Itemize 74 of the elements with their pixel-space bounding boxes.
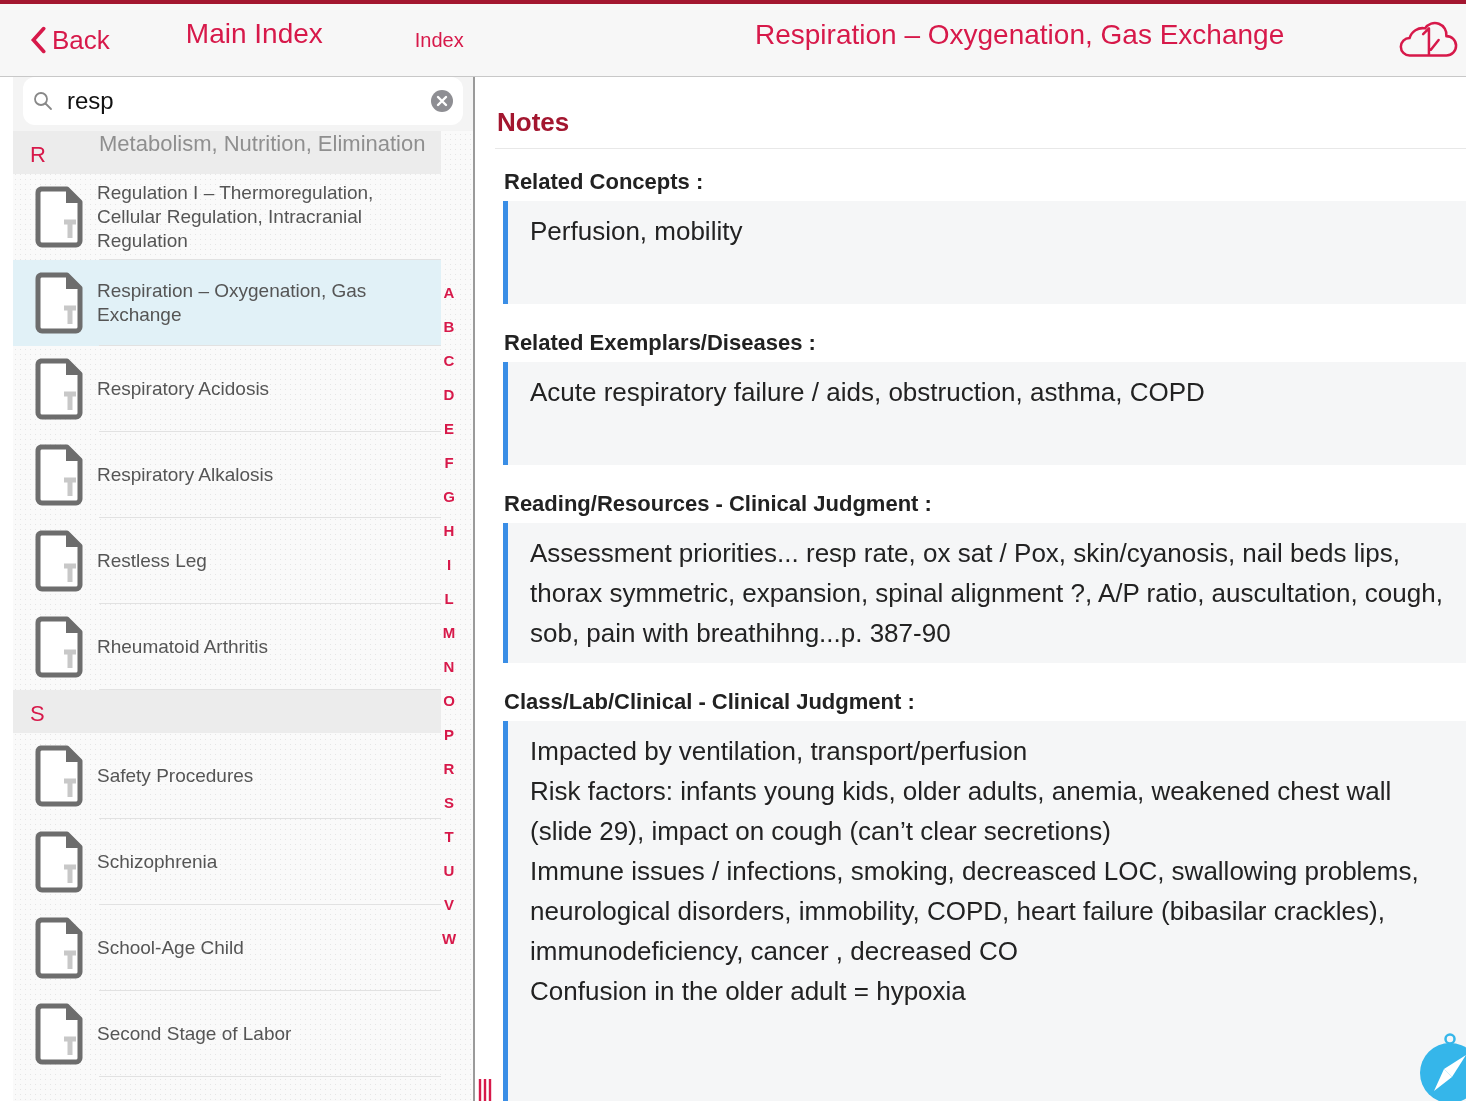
jump-letter[interactable]: O — [441, 691, 457, 711]
jump-letter[interactable]: M — [441, 623, 457, 643]
list-item-title: Second Stage of Labor — [97, 1022, 293, 1046]
notes-heading: Notes — [495, 77, 1466, 149]
document-icon — [35, 917, 83, 979]
jump-letter[interactable]: H — [441, 521, 457, 541]
list-item[interactable]: Respiratory Alkalosis — [13, 432, 441, 518]
document-icon — [35, 272, 83, 334]
section-label: Class/Lab/Clinical - Clinical Judgment : — [503, 689, 916, 715]
note-text: Assessment priorities... resp rate, ox sat / Pox, skin/cyanosis, nail beds lips, thorax symmetric, expansion, spinal alignment ?, A/P ratio, auscultation, cough, sob, pain with breathihng...p. 387-90 — [530, 537, 1444, 650]
jump-letter[interactable]: V — [441, 895, 457, 915]
jump-letter[interactable]: T — [441, 827, 457, 847]
jump-letter[interactable]: W — [441, 929, 457, 949]
jump-letter[interactable]: E — [441, 419, 457, 439]
jump-letter[interactable]: R — [441, 759, 457, 779]
search-icon — [33, 91, 53, 111]
list-item[interactable]: Schizophrenia — [13, 819, 441, 905]
jump-letter[interactable]: P — [441, 725, 457, 745]
jump-letter[interactable]: B — [441, 317, 457, 337]
list-item[interactable]: School-Age Child — [13, 905, 441, 991]
list-item-title: Respiration – Oxygenation, Gas Exchange — [97, 279, 368, 327]
note-text: Confusion in the older adult = hypoxia — [530, 975, 967, 1008]
grip-icon[interactable] — [478, 1079, 492, 1101]
list-item-title: School-Age Child — [97, 936, 245, 960]
jump-letter[interactable]: D — [441, 385, 457, 405]
clear-icon[interactable] — [431, 90, 453, 112]
jump-letter[interactable]: L — [441, 589, 457, 609]
list-item[interactable]: Second Stage of Labor — [13, 991, 441, 1077]
list-item[interactable]: Regulation I – Thermoregulation, Cellular Regulation, Intracranial Regulation — [13, 174, 441, 260]
jump-letter[interactable]: I — [441, 555, 457, 575]
document-icon — [35, 358, 83, 420]
jump-letter[interactable]: A — [441, 283, 457, 303]
page-title: Respiration – Oxygenation, Gas Exchange — [755, 19, 1285, 51]
section-label: Reading/Resources - Clinical Judgment : — [503, 491, 933, 517]
list-item-title: Metabolism, Nutrition, Elimination — [99, 131, 426, 157]
list-item-title: Safety Procedures — [97, 764, 255, 788]
note-text: Acute respiratory failure / aids, obstruction, asthma, COPD — [530, 376, 1206, 409]
back-button[interactable]: Back — [30, 24, 110, 56]
list-item[interactable]: Respiration – Oxygenation, Gas Exchange — [13, 260, 441, 346]
nav-title: Main Index — [185, 18, 323, 50]
document-icon — [35, 186, 83, 248]
jump-letter[interactable]: N — [441, 657, 457, 677]
document-icon — [35, 530, 83, 592]
document-icon — [35, 444, 83, 506]
list-item-title: Respiratory Acidosis — [97, 377, 271, 401]
jump-letter[interactable]: S — [441, 793, 457, 813]
section-label: Related Exemplars/Diseases : — [503, 330, 817, 356]
list-item[interactable]: Restless Leg — [13, 518, 441, 604]
note-text: Perfusion, mobility — [530, 215, 744, 248]
note-text: Impacted by ventilation, transport/perfusion — [530, 735, 1029, 768]
index-tab[interactable]: Index — [414, 28, 464, 52]
document-icon — [35, 616, 83, 678]
chevron-icon — [30, 26, 46, 54]
note-text: Risk factors: infants young kids, older adults, anemia, weakened chest wall (slide 29), impact on cough (can’t clear secretions) — [530, 775, 1393, 848]
list-item-title: Schizophrenia — [97, 850, 219, 874]
list-item[interactable]: Rheumatoid Arthritis — [13, 604, 441, 690]
document-icon — [35, 831, 83, 893]
search-field[interactable]: resp — [23, 77, 463, 125]
jump-letter[interactable]: U — [441, 861, 457, 881]
section-letter: R — [30, 142, 46, 168]
section-label: Related Concepts : — [503, 169, 705, 195]
list-item-title: Respiratory Alkalosis — [97, 463, 275, 487]
document-icon — [35, 1003, 83, 1065]
list-item-title: Regulation I – Thermoregulation, Cellular Regulation, Intracranial Regulation — [97, 181, 375, 253]
list-item-title: Rheumatoid Arthritis — [97, 635, 270, 659]
jump-letter[interactable]: G — [441, 487, 457, 507]
section-letter: S — [30, 701, 45, 727]
note-text: Immune issues / infections, smoking, decreasced LOC, swallowing problems, neurological disorders, immobility, COPD, heart failure (bibasilar crackles), immunodeficiency, cancer , decreased CO — [530, 855, 1420, 968]
jump-letter[interactable]: F — [441, 453, 457, 473]
list-item[interactable]: Safety Procedures — [13, 733, 441, 819]
list-item[interactable]: Respiratory Acidosis — [13, 346, 441, 432]
document-icon — [35, 745, 83, 807]
jump-letter[interactable]: C — [441, 351, 457, 371]
list-item-title: Restless Leg — [97, 549, 208, 573]
